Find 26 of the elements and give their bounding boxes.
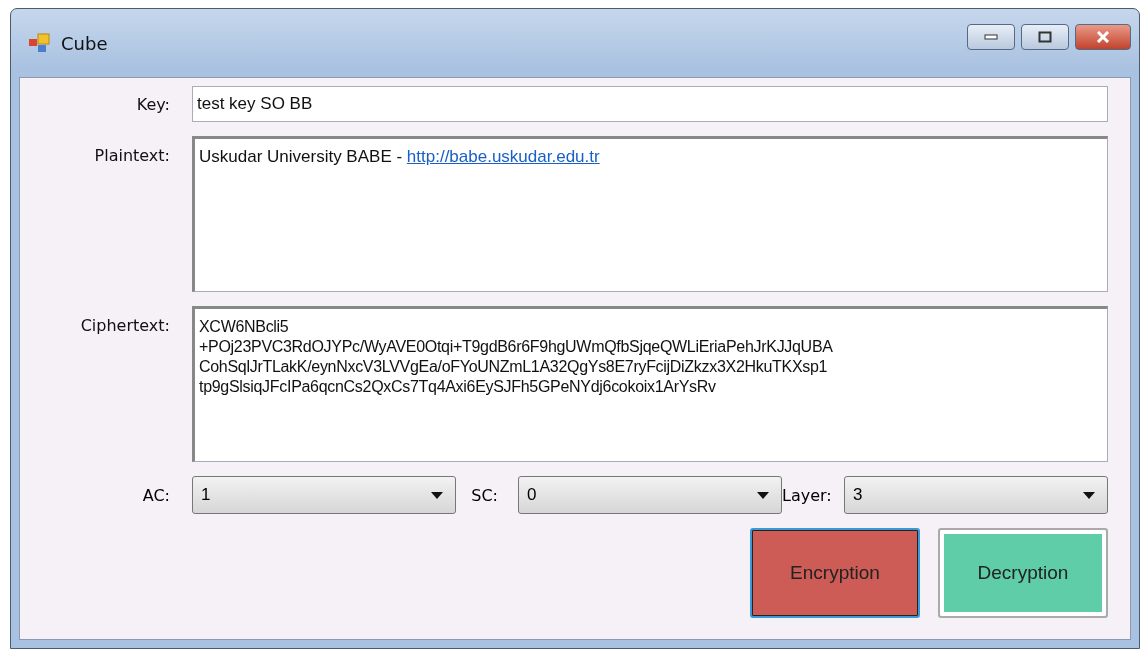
minimize-icon	[984, 34, 998, 40]
ciphertext-label: Ciphertext:	[79, 315, 171, 335]
dropdown-caret-icon	[431, 491, 443, 499]
key-input-field[interactable]: test key SO BB	[192, 86, 1108, 122]
plaintext-input-field[interactable]: Uskudar University BABE - http://babe.uskudar.edu.tr	[192, 136, 1108, 292]
ciphertext-output-field[interactable]: XCW6NBcli5 +POj23PVC3RdOJYPc/WyAVE0Otqi+T9gdB6r6F9hgUWmQfbSjqeQWLiEriaPehJrKJJqUBA CohSqlJrTLakK/eynNxcV3LVVgEa/oFYoUNZmL1A32QgYs8E7ryFcijDiZkzx3X2HkuTKXsp1 tp9gSlsiqJFcIPa6qcnCs2QxCs7Tq4Axi6EySJFh5GPeNYdj6cokoix1ArYsRv	[192, 306, 1108, 462]
combo-label: Layer:	[782, 485, 833, 505]
dropdown-field[interactable]: 3	[844, 476, 1108, 514]
close-button[interactable]	[1075, 24, 1131, 50]
encryption-button[interactable]: Encryption	[750, 528, 920, 618]
maximize-button[interactable]	[1021, 24, 1069, 50]
dropdown-field[interactable]: 0	[518, 476, 782, 514]
minimize-button[interactable]	[967, 24, 1015, 50]
app-icon	[29, 33, 51, 53]
decryption-button[interactable]: Decryption	[938, 528, 1108, 618]
key-label: Key:	[135, 94, 171, 114]
plaintext-label: Plaintext:	[93, 145, 171, 165]
dropdown-caret-icon	[757, 491, 769, 499]
dropdown-field[interactable]: 1	[192, 476, 456, 514]
window-title: Cube	[61, 32, 108, 54]
maximize-icon	[1038, 31, 1052, 43]
url-link[interactable]: http://babe.uskudar.edu.tr	[406, 147, 600, 166]
combo-label: SC:	[470, 485, 499, 505]
combo-label: AC:	[141, 485, 171, 505]
close-icon	[1095, 31, 1111, 43]
dropdown-caret-icon	[1083, 491, 1095, 499]
